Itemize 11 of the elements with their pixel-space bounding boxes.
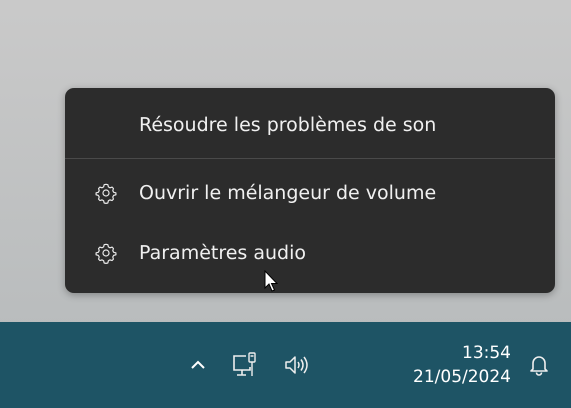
speaker-icon[interactable] <box>284 354 310 376</box>
menu-item[interactable]: Résoudre les problèmes de son <box>65 96 555 154</box>
chevron-up-icon[interactable] <box>190 360 206 370</box>
notification-bell-icon[interactable] <box>529 354 549 376</box>
clock[interactable]: 13:54 21/05/2024 <box>407 337 517 393</box>
menu-item[interactable]: Ouvrir le mélangeur de volume <box>65 163 555 223</box>
menu-item[interactable]: Paramètres audio <box>65 223 555 283</box>
network-icon[interactable] <box>232 351 258 379</box>
settings-icon <box>95 182 117 204</box>
mouse-pointer-icon <box>264 270 278 292</box>
settings-icon <box>95 242 117 264</box>
